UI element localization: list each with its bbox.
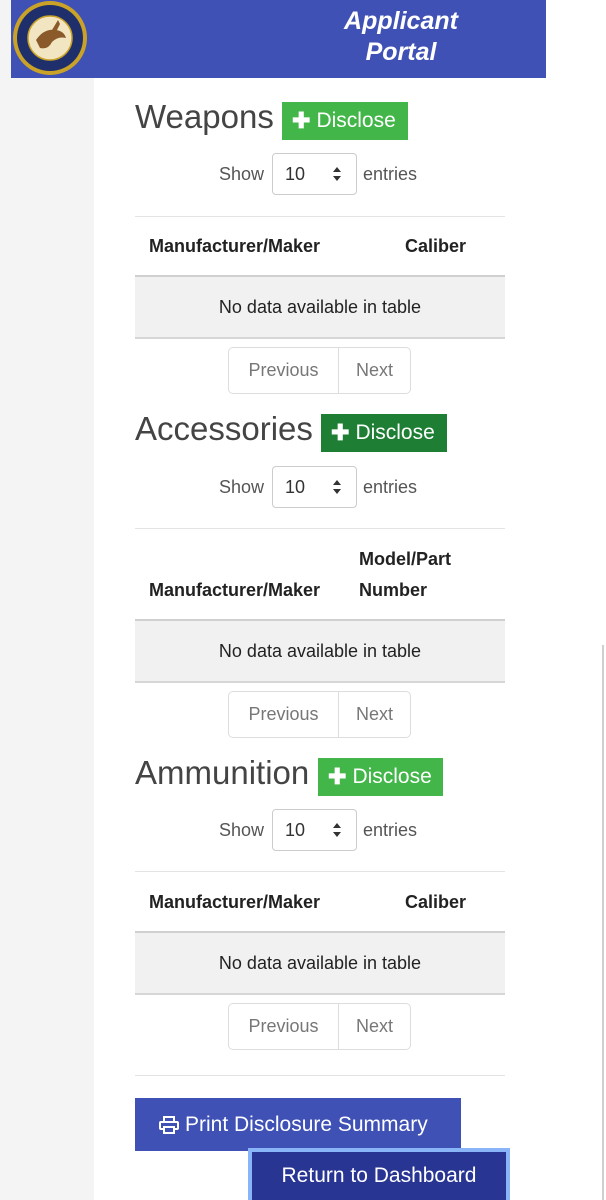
weapons-entries-value: 10 [285, 163, 306, 184]
accessories-col-number[interactable]: Number [359, 580, 427, 601]
accessories-disclose-button[interactable]: ✚ Disclose [321, 414, 447, 452]
ammunition-title: Ammunition [135, 754, 310, 791]
divider [135, 1075, 505, 1076]
select-arrows-icon [333, 823, 341, 837]
accessories-pagination: Previous Next [228, 691, 411, 738]
accessories-show-label: Show [219, 477, 265, 497]
accessories-entries-value: 10 [285, 476, 306, 497]
ammunition-disclose-button[interactable]: ✚ Disclose [318, 758, 443, 796]
divider [135, 528, 505, 529]
printer-icon [159, 1115, 179, 1134]
ammunition-entries-value: 10 [285, 819, 306, 840]
accessories-empty-row: No data available in table [135, 621, 505, 683]
return-label: Return to Dashboard [281, 1164, 477, 1187]
scrollbar[interactable] [602, 645, 604, 1200]
portal-title-line1: Applicant [344, 7, 458, 35]
ammunition-entries-label: entries [363, 820, 418, 840]
plus-icon: ✚ [328, 764, 347, 789]
accessories-col-model-part[interactable]: Model/Part [359, 549, 451, 570]
ammunition-previous-button[interactable]: Previous [229, 1004, 339, 1049]
illinois-state-police-logo[interactable] [12, 0, 88, 76]
divider [135, 216, 505, 217]
select-arrows-icon [333, 167, 341, 181]
weapons-disclose-button[interactable]: ✚ Disclose [282, 102, 408, 140]
weapons-pagination: Previous Next [228, 347, 411, 394]
ammunition-disclose-label: Disclose [352, 765, 432, 788]
weapons-col-caliber[interactable]: Caliber [405, 236, 466, 257]
portal-title-line2: Portal [365, 38, 437, 66]
ammunition-col-manufacturer[interactable]: Manufacturer/Maker [149, 892, 320, 913]
ammunition-col-caliber[interactable]: Caliber [405, 892, 466, 913]
weapons-previous-button[interactable]: Previous [229, 348, 339, 393]
accessories-title: Accessories [135, 410, 313, 447]
ammunition-empty-row: No data available in table [135, 933, 505, 995]
weapons-empty-row: No data available in table [135, 277, 505, 339]
print-label: Print Disclosure Summary [185, 1112, 428, 1136]
accessories-col-manufacturer[interactable]: Manufacturer/Maker [149, 580, 320, 601]
ammunition-entries-select[interactable]: 10 [272, 809, 357, 851]
print-disclosure-summary-button[interactable]: Print Disclosure Summary [135, 1098, 461, 1151]
weapons-next-button[interactable]: Next [339, 348, 410, 393]
accessories-entries-select[interactable]: 10 [272, 466, 357, 508]
app-header: Applicant Portal [11, 0, 546, 78]
return-to-dashboard-button[interactable]: Return to Dashboard [248, 1148, 510, 1200]
accessories-previous-button[interactable]: Previous [229, 692, 339, 737]
ammunition-pagination: Previous Next [228, 1003, 411, 1050]
divider [135, 871, 505, 872]
weapons-disclose-label: Disclose [316, 109, 396, 132]
weapons-entries-label: entries [363, 164, 418, 184]
select-arrows-icon [333, 480, 341, 494]
plus-icon: ✚ [331, 420, 350, 445]
weapons-col-manufacturer[interactable]: Manufacturer/Maker [149, 236, 320, 257]
accessories-next-button[interactable]: Next [339, 692, 410, 737]
plus-icon: ✚ [292, 108, 311, 133]
portal-title: Applicant Portal [301, 6, 501, 68]
accessories-entries-label: entries [363, 477, 418, 497]
accessories-disclose-label: Disclose [355, 421, 435, 444]
weapons-title: Weapons [135, 98, 274, 135]
ammunition-next-button[interactable]: Next [339, 1004, 410, 1049]
weapons-show-label: Show [219, 164, 265, 184]
weapons-entries-select[interactable]: 10 [272, 153, 357, 195]
ammunition-show-label: Show [219, 820, 265, 840]
